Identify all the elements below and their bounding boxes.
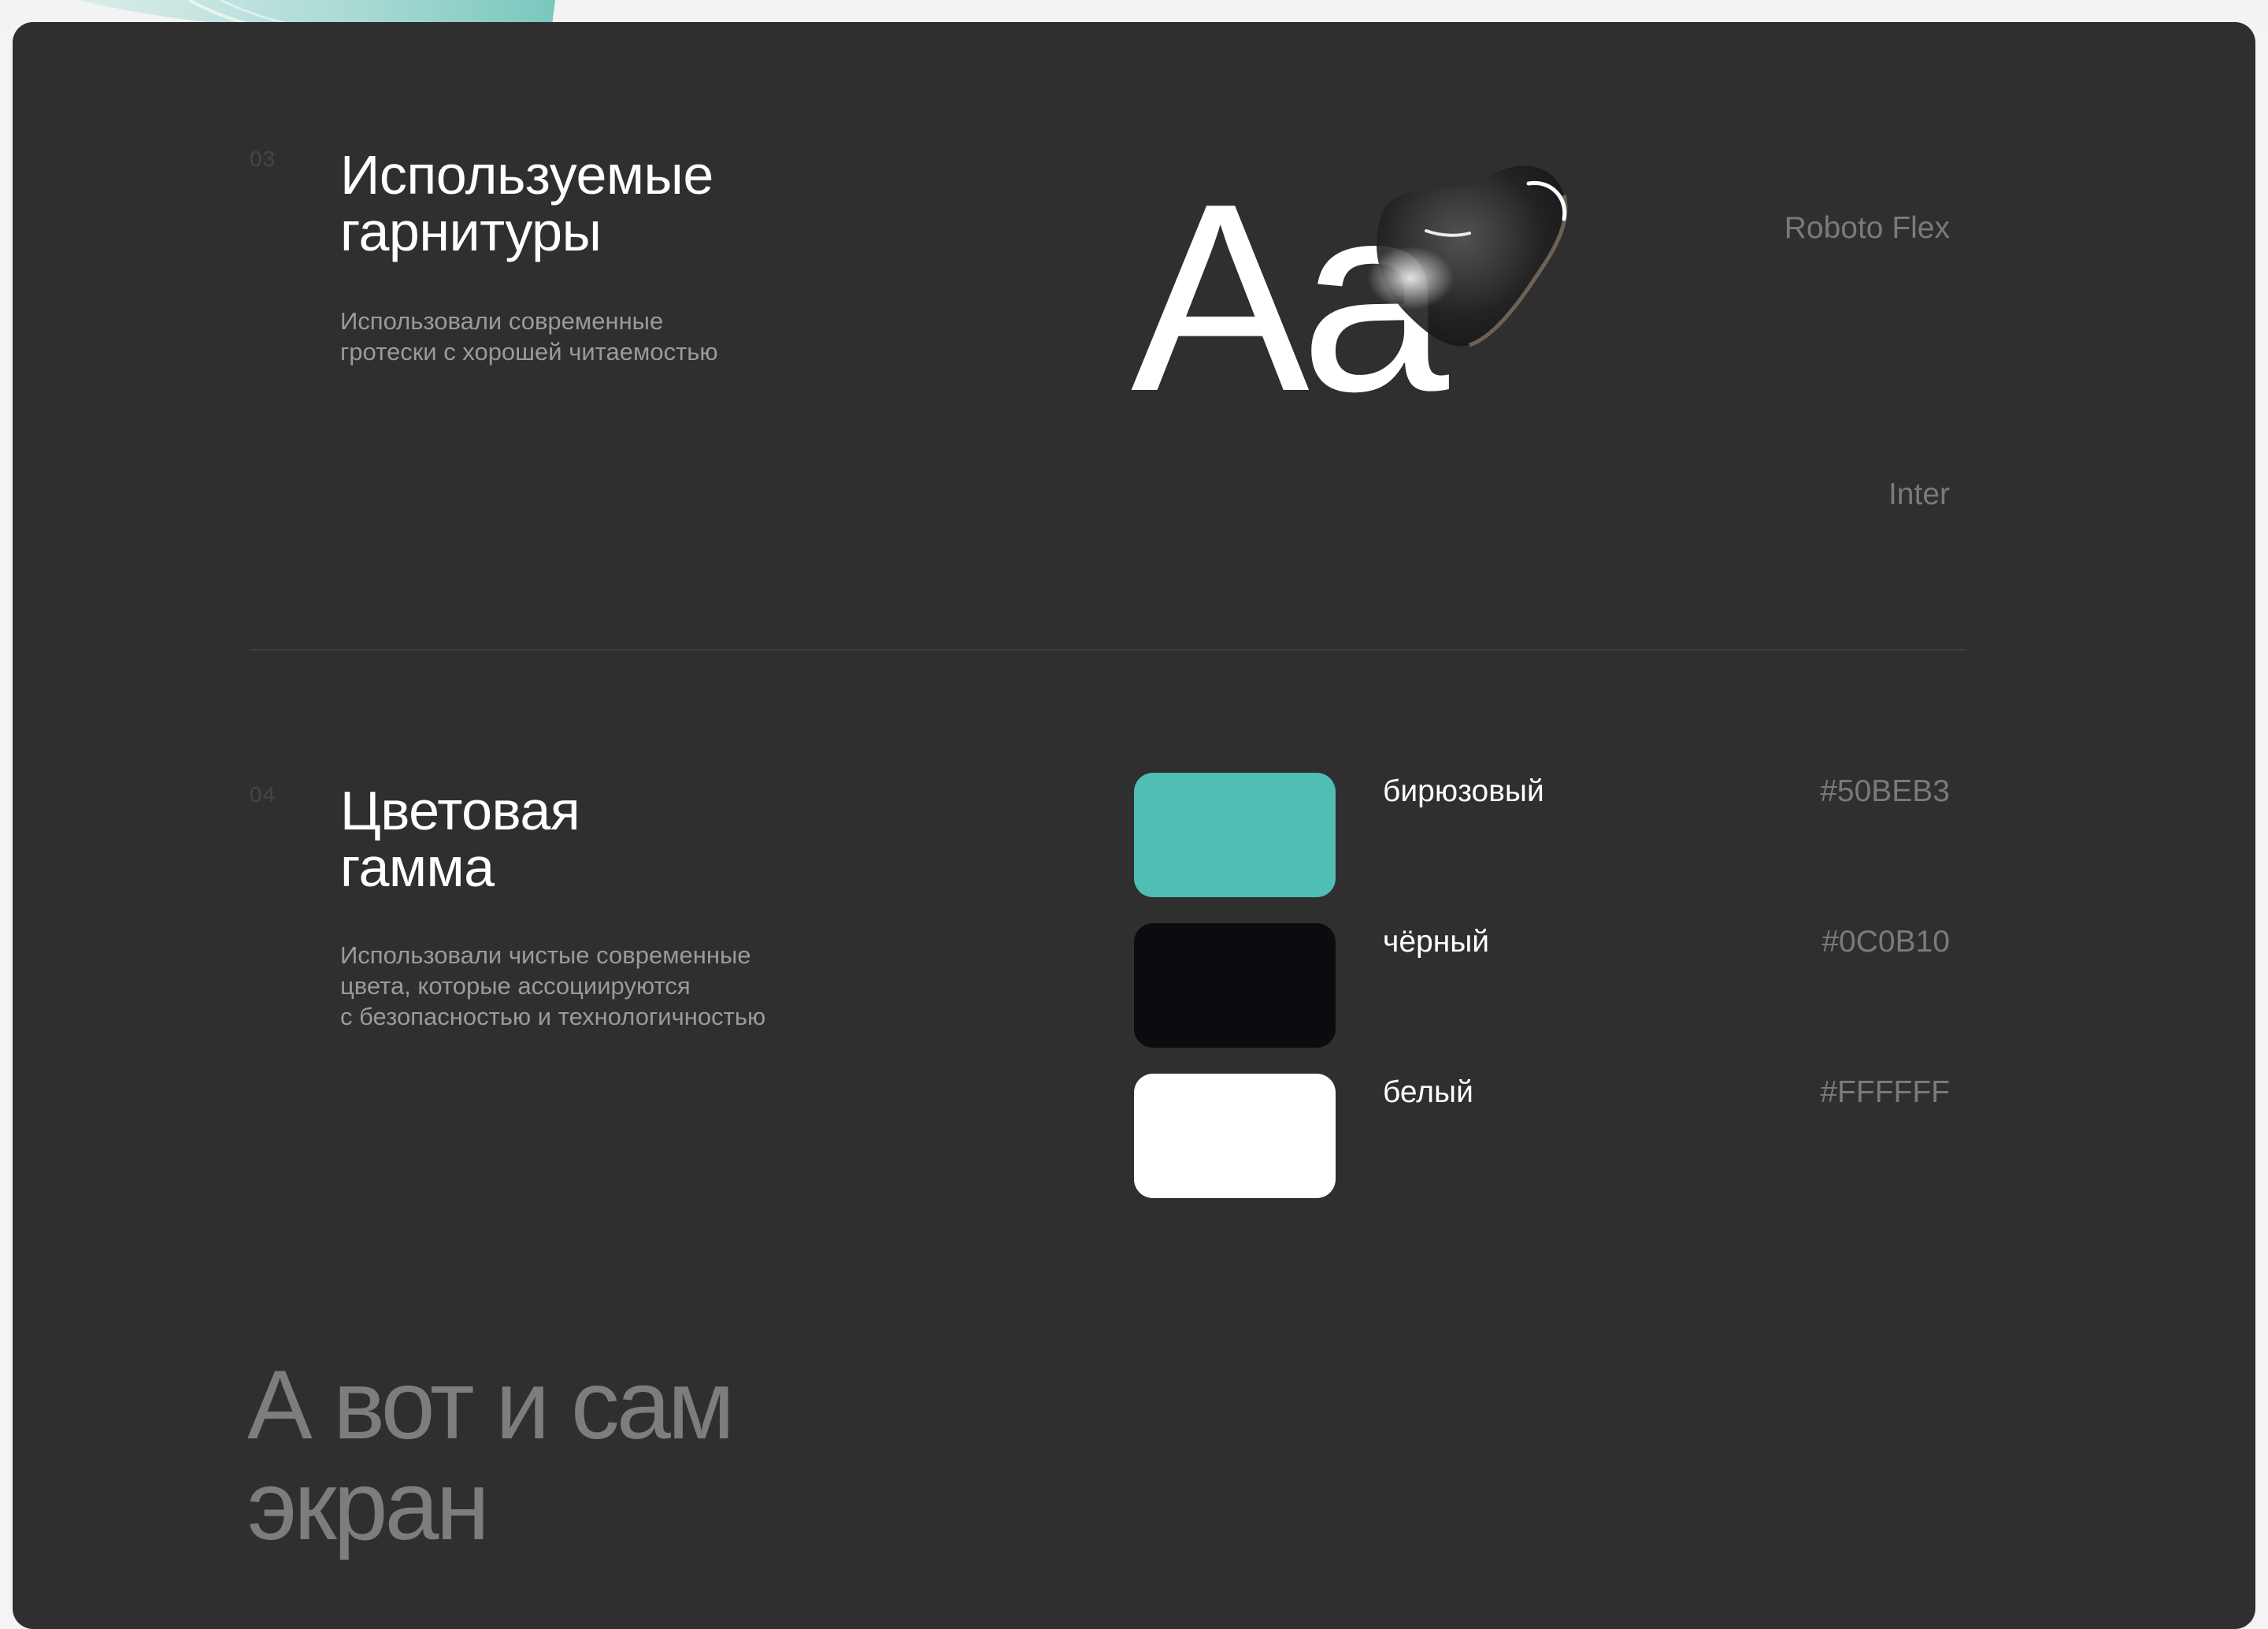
section-title-line: гарнитуры: [340, 201, 602, 262]
section-title: Цветовая гамма: [340, 782, 580, 896]
glass-3d-shape: [1367, 165, 1568, 347]
color-name: белый: [1383, 1075, 1473, 1109]
color-hex-value: #FFFFFF: [1820, 1075, 1950, 1109]
font-name-roboto-flex: Roboto Flex: [1784, 211, 1950, 245]
color-name: чёрный: [1383, 925, 1490, 959]
description-line: гротески с хорошей читаемостью: [340, 338, 718, 366]
section-number: 04: [250, 782, 276, 807]
section-description: Использовали современные гротески с хоро…: [340, 306, 718, 367]
color-swatch-white: [1134, 1074, 1336, 1198]
title-line: А вот и сам: [247, 1351, 735, 1460]
color-name: бирюзовый: [1383, 774, 1544, 808]
description-line: цвета, которые ассоциируются: [340, 972, 691, 1000]
description-line: с безопасностью и технологичностью: [340, 1003, 766, 1030]
section-title-line: Цветовая: [340, 780, 580, 841]
color-swatch-turquoise: [1134, 773, 1336, 897]
description-line: Использовали современные: [340, 307, 664, 335]
color-hex-value: #50BEB3: [1820, 774, 1950, 808]
presentation-panel: 03 Используемые гарнитуры Использовали с…: [13, 22, 2255, 1629]
section-number: 03: [250, 147, 276, 171]
color-hex-value: #0C0B10: [1821, 925, 1950, 959]
color-swatch-black: [1134, 923, 1336, 1048]
screen-section-title: А вот и сам экран: [247, 1351, 735, 1560]
description-line: Использовали чистые современные: [340, 941, 751, 969]
section-title-line: Используемые: [340, 144, 713, 206]
section-title-line: гамма: [340, 837, 495, 898]
section-divider: [250, 649, 1966, 651]
title-line: экран: [247, 1452, 490, 1560]
font-name-inter: Inter: [1888, 477, 1950, 511]
section-title: Используемые гарнитуры: [340, 147, 713, 260]
section-description: Использовали чистые современные цвета, к…: [340, 940, 765, 1032]
